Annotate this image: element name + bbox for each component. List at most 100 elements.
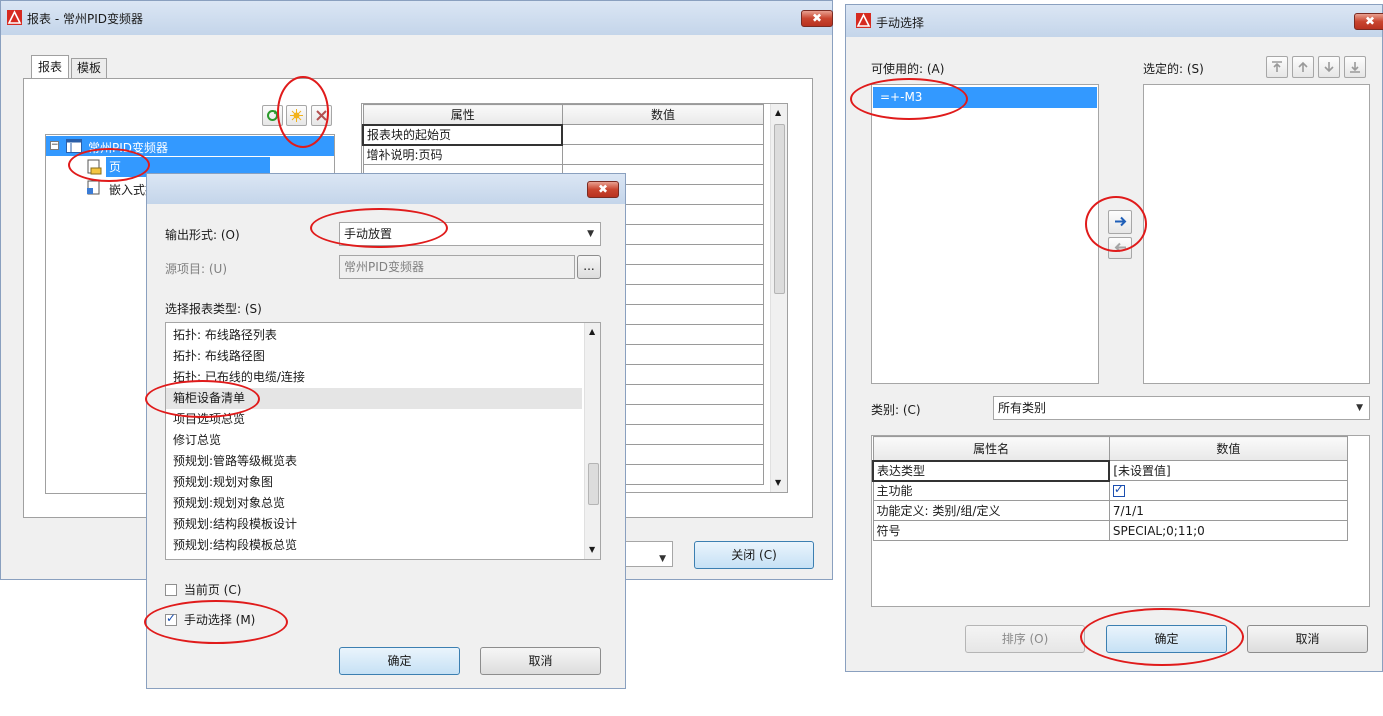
list-item[interactable]: 预规划:规划对象图 [166, 472, 582, 493]
close-report-button[interactable]: 关闭 (C) [694, 541, 814, 569]
category-value: 所有类别 [998, 401, 1047, 415]
list-item[interactable]: 预规划:结构段模板总览 [166, 535, 582, 556]
delete-button[interactable] [311, 105, 332, 126]
scroll-down-icon[interactable]: ▼ [589, 545, 595, 554]
selected-list [1143, 84, 1370, 384]
manual-cancel-button[interactable]: 取消 [1247, 625, 1368, 653]
arrow-left-icon [1114, 242, 1126, 253]
current-page-label: 当前页 (C) [183, 583, 242, 597]
manual-select-checkbox[interactable] [165, 611, 177, 626]
available-item-selected[interactable]: =+-M3 [873, 87, 1097, 108]
list-item[interactable]: 拓扑: 已布线的电缆/连接 [166, 367, 582, 388]
available-list: =+-M3 [871, 84, 1099, 384]
grid-cell[interactable] [1108, 480, 1349, 501]
attribute-grid: 属性名 数值 表达类型 [未设置值] 主功能 功能定义: 类别/组/定义 7/1… [871, 435, 1370, 607]
manual-ok-button[interactable]: 确定 [1106, 625, 1227, 653]
move-down-icon [1324, 62, 1334, 73]
main-function-checkbox[interactable] [1112, 482, 1125, 497]
list-item-selected[interactable]: 箱柜设备清单 [166, 388, 582, 409]
list-item[interactable]: 修订总览 [166, 430, 582, 451]
manual-close-button[interactable]: ✖ [1354, 13, 1383, 30]
tree-root-row[interactable]: − 常州PID变频器 [46, 136, 334, 156]
move-up-button[interactable] [1292, 56, 1314, 78]
sparkle-new-icon [290, 109, 303, 122]
remove-from-selected-button[interactable] [1108, 237, 1132, 259]
report-folder-icon [66, 139, 82, 153]
grid-header-attribute[interactable]: 属性名 [872, 436, 1110, 461]
embedded-report-icon [87, 180, 100, 195]
scroll-thumb[interactable] [588, 463, 599, 505]
chevron-down-icon: ▼ [1356, 403, 1363, 413]
list-item[interactable]: 拓扑: 布线路径图 [166, 346, 582, 367]
grid-cell[interactable]: 表达类型 [872, 459, 1111, 482]
page-doc-icon [87, 159, 102, 175]
grid-cell[interactable]: 符号 [872, 520, 1110, 541]
grid-header-value[interactable]: 数值 [561, 104, 765, 125]
category-select[interactable]: 所有类别 ▼ [993, 396, 1370, 420]
manual-titlebar: 手动选择 ✖ [846, 5, 1383, 37]
move-up-icon [1298, 61, 1308, 72]
grid-cell[interactable]: 报表块的起始页 [362, 123, 564, 146]
output-form-label: 输出形式: (O) [165, 228, 240, 242]
scroll-thumb[interactable] [774, 124, 785, 294]
move-down-button[interactable] [1318, 56, 1340, 78]
grid-cell[interactable]: SPECIAL;0;11;0 [1108, 520, 1349, 541]
browse-button[interactable]: ... [577, 255, 601, 279]
grid-cell[interactable] [561, 144, 765, 165]
list-item[interactable]: 拓扑: 布线路径列表 [166, 325, 582, 346]
move-top-icon [1272, 61, 1282, 72]
report-type-list: 拓扑: 布线路径列表 拓扑: 布线路径图 拓扑: 已布线的电缆/连接 箱柜设备清… [165, 322, 601, 560]
grid-header-value[interactable]: 数值 [1108, 436, 1349, 461]
report-titlebar: 报表 - 常州PID变频器 ✖ [1, 1, 833, 35]
output-form-value: 手动放置 [344, 227, 393, 241]
manual-select-window: 手动选择 ✖ 可使用的: (A) =+-M3 选定的: (S) 类别: (C) … [845, 4, 1383, 672]
grid-cell[interactable]: 增补说明:页码 [362, 144, 563, 165]
report-window-title: 报表 - 常州PID变频器 [27, 12, 143, 26]
manual-select-checkbox-row[interactable]: 手动选择 (M) [165, 611, 255, 628]
report-close-button[interactable]: ✖ [801, 10, 833, 27]
output-dialog-titlebar: ✖ [147, 174, 625, 204]
grid-header-property[interactable]: 属性 [362, 104, 563, 125]
scroll-up-icon[interactable]: ▲ [775, 108, 781, 117]
output-ok-button[interactable]: 确定 [339, 647, 460, 675]
grid-cell[interactable] [561, 124, 765, 145]
move-top-button[interactable] [1266, 56, 1288, 78]
list-item[interactable]: 预规划:结构段模板设计 [166, 514, 582, 535]
new-report-button[interactable] [286, 105, 307, 126]
manual-select-label: 手动选择 (M) [183, 613, 256, 627]
tree-root-label: 常州PID变频器 [88, 141, 169, 155]
list-item[interactable]: 预规划:规划对象总览 [166, 493, 582, 514]
selected-label: 选定的: (S) [1143, 62, 1204, 76]
report-type-label: 选择报表类型: (S) [165, 302, 262, 316]
grid-scrollbar[interactable]: ▲ ▼ [770, 104, 787, 492]
output-dialog-close-button[interactable]: ✖ [587, 181, 619, 198]
move-bottom-icon [1350, 62, 1360, 73]
list-item[interactable]: 项目选项总览 [166, 409, 582, 430]
collapse-icon[interactable]: − [50, 141, 59, 150]
tab-template[interactable]: 模板 [71, 58, 107, 78]
refresh-button[interactable] [262, 105, 283, 126]
output-form-select[interactable]: 手动放置 ▼ [339, 222, 601, 246]
add-to-selected-button[interactable] [1108, 210, 1132, 234]
grid-cell[interactable]: [未设置值] [1108, 460, 1349, 481]
eplan-app-icon [7, 10, 22, 25]
tab-report[interactable]: 报表 [31, 55, 69, 79]
list-scrollbar[interactable]: ▲ ▼ [584, 323, 600, 559]
scroll-up-icon[interactable]: ▲ [589, 327, 595, 336]
move-bottom-button[interactable] [1344, 56, 1366, 78]
arrow-right-icon [1114, 216, 1126, 227]
grid-cell[interactable]: 7/1/1 [1108, 500, 1349, 521]
output-cancel-button[interactable]: 取消 [480, 647, 601, 675]
current-page-checkbox-row[interactable]: 当前页 (C) [165, 581, 241, 598]
sort-button[interactable]: 排序 (O) [965, 625, 1085, 653]
grid-cell[interactable]: 功能定义: 类别/组/定义 [872, 500, 1110, 521]
list-item[interactable]: 预规划:管路等级概览表 [166, 451, 582, 472]
manual-window-title: 手动选择 [876, 16, 925, 30]
grid-cell[interactable]: 主功能 [872, 480, 1110, 501]
scroll-down-icon[interactable]: ▼ [775, 478, 781, 487]
chevron-down-icon: ▼ [587, 229, 594, 239]
source-project-label: 源项目: (U) [165, 262, 228, 276]
refresh-icon [267, 110, 278, 121]
current-page-checkbox[interactable] [165, 583, 177, 596]
available-label: 可使用的: (A) [871, 62, 945, 76]
